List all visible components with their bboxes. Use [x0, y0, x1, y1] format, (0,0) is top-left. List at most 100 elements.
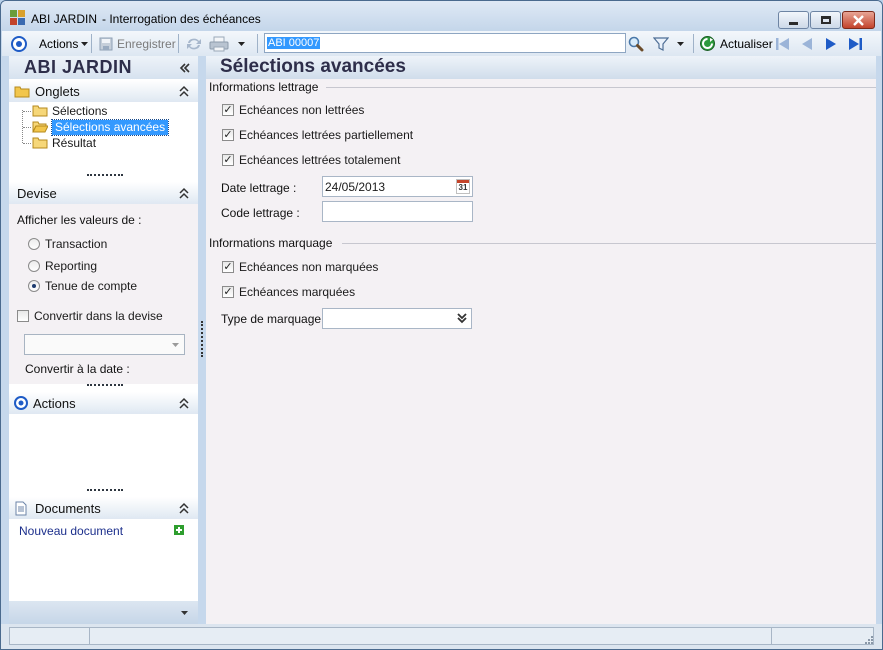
resize-grip-icon[interactable]	[863, 634, 873, 644]
document-icon	[15, 501, 27, 515]
collapse-section-icon[interactable]	[178, 84, 190, 98]
filter-icon	[653, 36, 669, 51]
sync-button[interactable]	[185, 31, 203, 56]
left-panel: ABI JARDIN Onglets Sélections Sélections…	[9, 56, 203, 624]
vertical-splitter[interactable]	[201, 321, 203, 357]
close-button[interactable]	[842, 11, 875, 29]
devise-select[interactable]	[24, 334, 185, 355]
maximize-button[interactable]	[810, 11, 841, 29]
convertir-devise-label: Convertir dans la devise	[34, 309, 163, 323]
collapse-panel-icon[interactable]	[179, 62, 191, 74]
company-header: ABI JARDIN	[9, 56, 198, 79]
collapse-section-icon[interactable]	[178, 501, 190, 515]
main-header: Sélections avancées	[206, 56, 876, 79]
group-divider	[342, 243, 876, 244]
code-lettrage-field[interactable]	[322, 201, 473, 222]
save-icon	[99, 37, 113, 50]
calendar-icon[interactable]: 31	[456, 179, 470, 194]
splitter-grip[interactable]	[87, 174, 123, 177]
sync-icon	[187, 38, 201, 49]
collapse-section-icon[interactable]	[178, 186, 190, 200]
date-lettrage-field[interactable]: 24/05/2013 31	[322, 176, 473, 197]
menu-circle-button[interactable]	[11, 31, 27, 56]
print-button[interactable]	[209, 31, 246, 56]
marquage-group-title: Informations marquage	[209, 236, 336, 250]
refresh-icon	[700, 36, 715, 51]
last-record-button[interactable]	[847, 31, 863, 56]
filter-button[interactable]	[653, 31, 685, 56]
collapse-section-icon[interactable]	[178, 396, 190, 410]
devise-section-body	[9, 204, 198, 384]
toolbar-separator	[257, 34, 258, 53]
echeances-lettrees-totalement-box[interactable]: ✓	[222, 154, 234, 166]
tab-selections-avancees[interactable]: Sélections avancées	[23, 118, 170, 136]
tab-resultat[interactable]: Résultat	[23, 135, 96, 151]
status-cell	[89, 627, 772, 645]
title-bar: ABI JARDIN - Interrogation des échéances	[1, 1, 882, 31]
tree-branch	[23, 126, 31, 128]
echeances-non-lettrees-box[interactable]: ✓	[222, 104, 234, 116]
minimize-button[interactable]	[778, 11, 809, 29]
radio-reporting[interactable]: Reporting	[28, 259, 97, 273]
convertir-devise-box[interactable]	[17, 310, 29, 322]
next-record-button[interactable]	[824, 31, 838, 56]
type-marquage-select[interactable]	[322, 308, 472, 329]
save-button[interactable]: Enregistrer	[98, 31, 176, 56]
expand-down-icon[interactable]	[180, 610, 189, 616]
previous-record-button[interactable]	[800, 31, 814, 56]
radio-tenue-de-compte-label: Tenue de compte	[45, 279, 138, 293]
splitter-grip[interactable]	[87, 384, 123, 387]
panel-footer	[9, 601, 198, 624]
add-icon[interactable]	[174, 525, 184, 535]
radio-reporting-label: Reporting	[45, 259, 98, 273]
window-title-text: - Interrogation des échéances	[102, 12, 261, 26]
toolbar-separator	[693, 34, 694, 53]
echeances-lettrees-partiellement-checkbox[interactable]: ✓ Echéances lettrées partiellement	[222, 128, 413, 142]
radio-transaction-circle[interactable]	[28, 238, 40, 250]
echeances-marquees-checkbox[interactable]: ✓ Echéances marquées	[222, 285, 355, 299]
echeances-lettrees-totalement-checkbox[interactable]: ✓ Echéances lettrées totalement	[222, 153, 400, 167]
dropdown-arrow-icon	[172, 343, 179, 347]
radio-transaction-label: Transaction	[45, 237, 108, 251]
dropdown-arrow-icon	[238, 41, 245, 46]
devise-section-title: Devise	[17, 185, 57, 201]
echeances-non-marquees-checkbox[interactable]: ✓ Echéances non marquées	[222, 260, 378, 274]
actions-menu[interactable]: Actions	[39, 31, 89, 56]
main-panel: Sélections avancées Informations lettrag…	[206, 56, 876, 624]
refresh-button[interactable]: Actualiser	[699, 31, 773, 56]
actions-section-header[interactable]: Actions	[9, 392, 198, 414]
search-button[interactable]	[628, 31, 644, 56]
tab-selections-avancees-label: Sélections avancées	[50, 118, 170, 136]
radio-transaction[interactable]: Transaction	[28, 237, 107, 251]
double-chevron-down-icon[interactable]	[456, 312, 468, 324]
new-document-link[interactable]: Nouveau document	[19, 524, 123, 538]
record-search-input[interactable]: ABI 00007	[264, 33, 626, 53]
echeances-non-lettrees-checkbox[interactable]: ✓ Echéances non lettrées	[222, 103, 364, 117]
echeances-lettrees-partiellement-box[interactable]: ✓	[222, 129, 234, 141]
devise-section-header[interactable]: Devise	[9, 182, 198, 204]
tree-branch	[23, 110, 31, 112]
tab-selections-label: Sélections	[52, 104, 108, 118]
last-record-icon	[849, 37, 862, 50]
convertir-devise-checkbox[interactable]: Convertir dans la devise	[17, 309, 163, 323]
radio-tenue-de-compte[interactable]: Tenue de compte	[28, 279, 137, 293]
first-record-icon	[776, 37, 789, 50]
documents-section-header[interactable]: Documents	[9, 497, 198, 519]
target-icon	[11, 35, 27, 52]
folder-icon	[32, 137, 48, 149]
first-record-button[interactable]	[775, 31, 791, 56]
app-window: ABI JARDIN - Interrogation des échéances …	[0, 0, 883, 650]
echeances-non-marquees-box[interactable]: ✓	[222, 261, 234, 273]
radio-tenue-de-compte-circle[interactable]	[28, 280, 40, 292]
echeances-marquees-box[interactable]: ✓	[222, 286, 234, 298]
onglets-section-header[interactable]: Onglets	[9, 80, 198, 102]
afficher-valeurs-label: Afficher les valeurs de :	[17, 213, 142, 227]
next-record-icon	[826, 37, 836, 50]
maximize-icon	[820, 16, 831, 24]
actions-section-title: Actions	[33, 395, 76, 411]
splitter-grip[interactable]	[87, 489, 123, 492]
tab-selections[interactable]: Sélections	[23, 103, 107, 119]
radio-reporting-circle[interactable]	[28, 260, 40, 272]
group-divider	[326, 87, 876, 88]
status-cell	[771, 627, 874, 645]
